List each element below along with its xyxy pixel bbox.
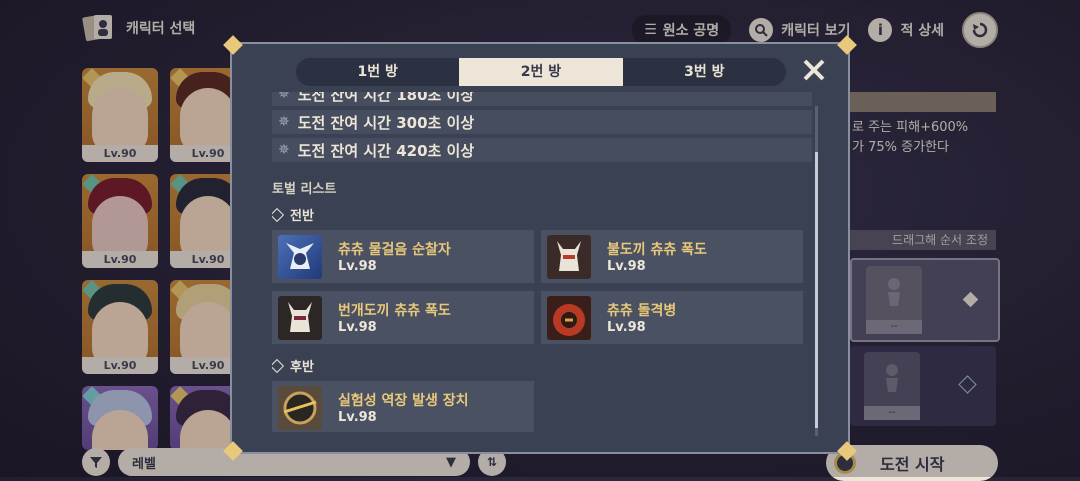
star-icon: ✵	[278, 142, 290, 158]
enemy-level: Lv.98	[607, 320, 646, 335]
enemy-level: Lv.98	[338, 410, 377, 425]
enemy-list-title: 토벌 리스트	[272, 182, 337, 197]
condition-row: ✵ 도전 잔여 시간 420초 이상	[272, 138, 812, 162]
chamber-tabs: 1번 방 2번 방 3번 방	[296, 58, 786, 86]
enemy-name: 실험성 역장 발생 장치	[338, 393, 469, 409]
first-half-label: 전반	[290, 209, 314, 224]
star-icon: ✵	[278, 92, 290, 102]
condition-text: 도전 잔여 시간 180초 이상	[297, 92, 475, 104]
second-half-label: 후반	[290, 360, 314, 375]
enemy-card[interactable]: 실험성 역장 발생 장치 Lv.98	[272, 381, 534, 432]
modal-content[interactable]: ✵ 도전 잔여 시간 180초 이상 ✵ 도전 잔여 시간 300초 이상 ✵ 도전 …	[272, 92, 812, 432]
close-icon	[803, 59, 825, 81]
modal-scrollbar[interactable]	[815, 106, 818, 436]
enemy-card[interactable]: 불도끼 츄츄 폭도 Lv.98	[541, 230, 803, 283]
experimental-field-generator-icon	[278, 385, 322, 430]
electro-mitachurl-icon	[278, 295, 322, 340]
hilichurl-berserker-icon	[547, 295, 591, 340]
enemy-level: Lv.98	[607, 259, 646, 274]
second-half-header: 후반	[272, 356, 812, 375]
hydro-samachurl-icon	[278, 234, 322, 279]
second-half-enemy-list: 실험성 역장 발생 장치 Lv.98	[272, 381, 812, 432]
close-button[interactable]	[802, 58, 826, 82]
star-icon: ✵	[278, 114, 290, 130]
first-half-enemy-list: 츄츄 물걸음 순찰자 Lv.98 불도끼 츄츄 폭도 Lv.98 번개도끼 츄츄 폭…	[272, 230, 812, 344]
enemy-card[interactable]: 츄츄 물걸음 순찰자 Lv.98	[272, 230, 534, 283]
enemy-level: Lv.98	[338, 259, 377, 274]
diamond-icon	[272, 358, 285, 373]
condition-text: 도전 잔여 시간 300초 이상	[297, 113, 475, 132]
diamond-icon	[272, 207, 285, 222]
enemy-name: 츄츄 물걸음 순찰자	[338, 242, 451, 258]
condition-text: 도전 잔여 시간 420초 이상	[297, 141, 475, 160]
enemy-card[interactable]: 번개도끼 츄츄 폭도 Lv.98	[272, 291, 534, 344]
tab-chamber-2[interactable]: 2번 방	[459, 58, 623, 86]
tab-chamber-3[interactable]: 3번 방	[623, 58, 786, 86]
chamber-details-modal: 1번 방 2번 방 3번 방 ✵ 도전 잔여 시간 180초 이상 ✵ 도전 잔여 …	[223, 35, 857, 461]
enemy-card[interactable]: 츄츄 돌격병 Lv.98	[541, 291, 803, 344]
first-half-header: 전반	[272, 205, 812, 224]
enemy-level: Lv.98	[338, 320, 377, 335]
condition-row: ✵ 도전 잔여 시간 300초 이상	[272, 110, 812, 134]
scrollbar-thumb[interactable]	[815, 152, 818, 428]
enemy-name: 번개도끼 츄츄 폭도	[338, 303, 451, 319]
enemy-name: 츄츄 돌격병	[607, 303, 677, 319]
enemy-name: 불도끼 츄츄 폭도	[607, 242, 707, 258]
condition-row: ✵ 도전 잔여 시간 180초 이상	[272, 92, 812, 106]
pyro-mitachurl-icon	[547, 234, 591, 279]
tab-chamber-1[interactable]: 1번 방	[296, 58, 459, 86]
